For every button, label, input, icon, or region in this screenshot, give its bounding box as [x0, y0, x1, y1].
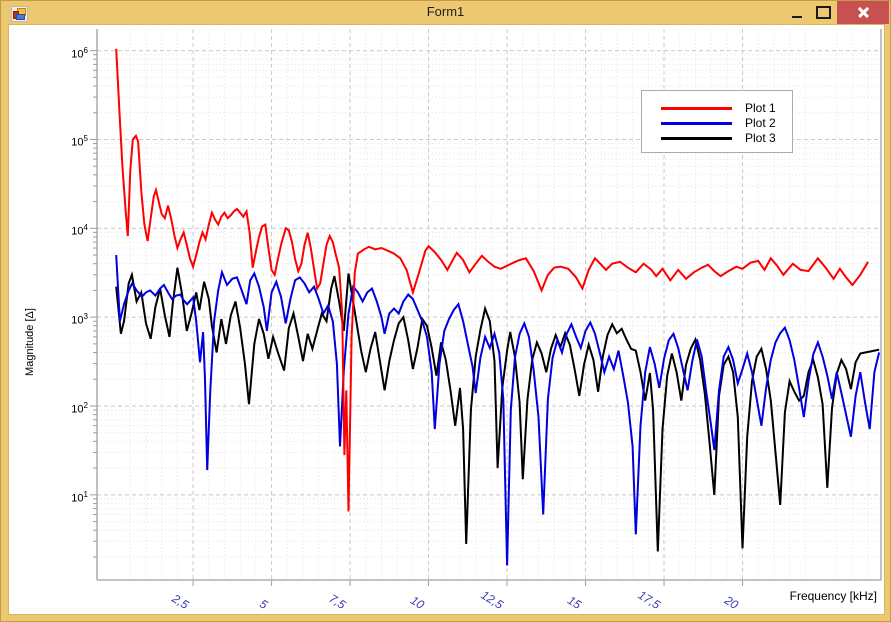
close-icon [857, 6, 870, 19]
window: Form1 Magnitude [Δ] Frequency [kHz] 1061… [0, 0, 891, 622]
legend-item-plot3: Plot 3 [642, 131, 792, 146]
legend-line-plot3 [661, 137, 732, 140]
maximize-button[interactable] [811, 1, 835, 24]
legend-line-plot2 [661, 122, 732, 125]
legend-item-plot1: Plot 1 [642, 101, 792, 116]
close-button[interactable] [837, 1, 889, 24]
legend-label-plot1: Plot 1 [745, 101, 776, 116]
legend-line-plot1 [661, 107, 732, 110]
chart-area: Magnitude [Δ] Frequency [kHz] 1061051041… [9, 25, 884, 614]
window-title: Form1 [1, 4, 890, 19]
legend-label-plot3: Plot 3 [745, 131, 776, 146]
maximize-icon [816, 6, 831, 19]
legend-item-plot2: Plot 2 [642, 116, 792, 131]
minimize-button[interactable] [785, 1, 809, 24]
legend-label-plot2: Plot 2 [745, 116, 776, 131]
titlebar[interactable]: Form1 [1, 1, 890, 25]
legend: Plot 1 Plot 2 Plot 3 [641, 90, 793, 153]
minimize-icon [792, 16, 802, 18]
